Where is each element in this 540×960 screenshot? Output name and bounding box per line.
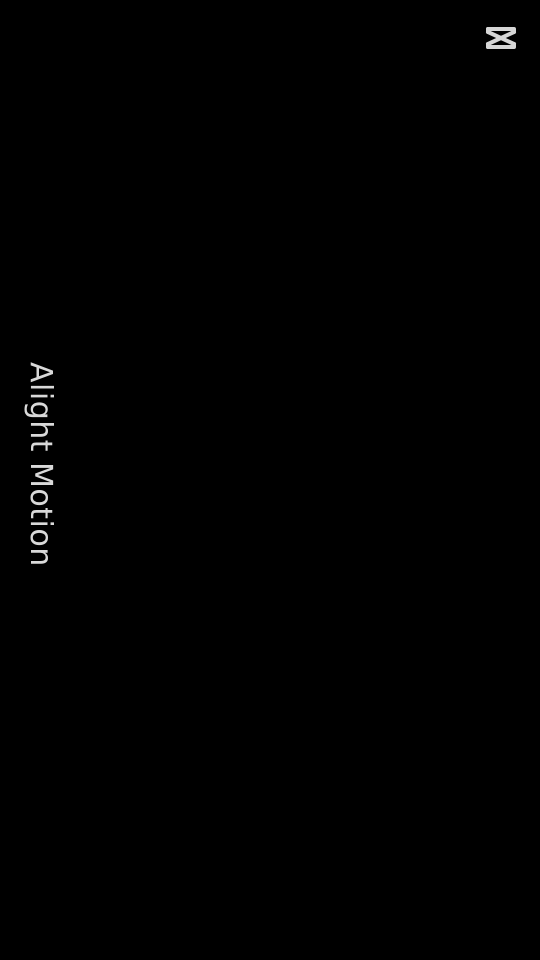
watermark-text: Alight Motion xyxy=(23,362,58,567)
capcut-logo-icon xyxy=(482,22,520,54)
alight-motion-watermark: Alight Motion xyxy=(18,362,62,600)
video-frame: Alight Motion xyxy=(0,0,540,960)
